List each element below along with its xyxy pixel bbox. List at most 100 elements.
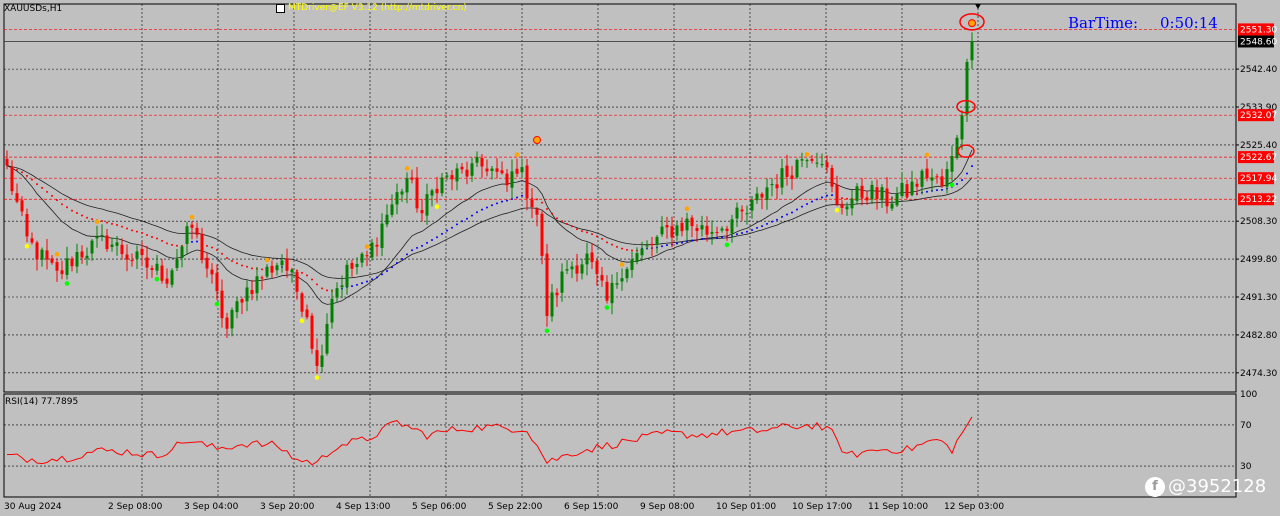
candle-body	[300, 293, 304, 312]
candle-body	[60, 270, 64, 275]
candle-body	[660, 226, 664, 235]
candle-body	[495, 168, 499, 172]
candle-body	[945, 169, 949, 187]
trailing-stop-dot	[586, 231, 588, 234]
trailing-stop-dot	[91, 218, 93, 221]
chart-canvas[interactable]: 2551.302548.602542.402533.902532.072525.…	[0, 0, 1280, 516]
trailing-stop-dot	[216, 248, 218, 251]
candle-body	[900, 182, 904, 197]
trailing-stop-dot	[961, 179, 963, 182]
rsi-panel-frame	[3, 393, 1237, 498]
trailing-stop-dot	[136, 230, 138, 233]
trailing-stop-dot	[211, 246, 213, 249]
candle-body	[580, 264, 584, 274]
trailing-stop-dot	[816, 198, 818, 201]
trading-chart-window[interactable]: 2551.30 2548.60 2542.40 2533.90 2532.07 2525.…	[0, 0, 1280, 516]
candle-body	[745, 213, 749, 215]
candle-body	[600, 275, 604, 281]
trailing-stop-dot	[386, 269, 388, 272]
candle-body	[785, 165, 789, 177]
candle-body	[75, 251, 79, 267]
fast-moving-average-line	[6, 149, 973, 305]
trailing-stop-dot	[131, 229, 133, 232]
trailing-stop-dot	[76, 211, 78, 214]
candle-body	[560, 271, 564, 293]
trailing-stop-dot	[171, 243, 173, 246]
candle-body	[515, 168, 519, 174]
swing-point-marker	[64, 281, 70, 286]
candle-body	[460, 166, 464, 170]
candle-body	[20, 200, 24, 212]
trailing-stop-dot	[141, 231, 143, 234]
candle-body	[30, 238, 34, 243]
trailing-stop-dot	[791, 211, 793, 214]
trailing-stop-dot	[956, 182, 958, 185]
trailing-stop-dot	[701, 238, 703, 241]
trailing-stop-dot	[936, 189, 938, 192]
x-axis-label: 4 Sep 13:00	[336, 502, 391, 512]
candle-body	[635, 253, 639, 263]
trailing-stop-dot	[926, 190, 928, 193]
candle-body	[340, 285, 344, 288]
trailing-stop-dot	[206, 244, 208, 247]
trailing-stop-dot	[146, 233, 148, 236]
trailing-stop-dot	[311, 278, 313, 281]
main-chart-frame	[3, 3, 1237, 393]
candle-body	[305, 309, 309, 318]
trailing-stop-dot	[61, 203, 63, 206]
candle-body	[500, 170, 504, 174]
trailing-stop-dot	[721, 236, 723, 239]
trailing-stop-dot	[401, 257, 403, 260]
candle-body	[670, 226, 674, 238]
trailing-stop-dot	[121, 225, 123, 228]
candle-body	[810, 158, 814, 161]
candle-body	[220, 290, 224, 319]
candle-body	[705, 225, 709, 235]
candle-body	[740, 209, 744, 212]
app-logo-icon: f	[1145, 477, 1165, 497]
peak-star-marker	[968, 19, 976, 28]
trailing-stop-dot	[196, 240, 198, 243]
candle-body	[565, 269, 569, 271]
candle-body	[105, 235, 109, 250]
swing-point-marker	[434, 204, 440, 210]
candle-body	[55, 262, 59, 271]
candle-body	[685, 218, 689, 231]
candle-body	[820, 164, 824, 166]
trailing-stop-dot	[751, 228, 753, 231]
trailing-stop-dot	[941, 188, 943, 191]
trailing-stop-dot	[611, 243, 613, 246]
candle-body	[140, 248, 144, 256]
trailing-stop-dot	[556, 217, 558, 220]
trailing-stop-dot	[151, 235, 153, 238]
trailing-stop-dot	[321, 287, 323, 290]
candle-body	[155, 263, 159, 271]
x-axis-label: 3 Sep 20:00	[260, 502, 315, 512]
candle-body	[35, 242, 39, 260]
candle-body	[65, 258, 69, 275]
candle-body	[310, 315, 314, 349]
trailing-stop-dot	[161, 239, 163, 242]
rsi-axis-label: 70	[1240, 421, 1252, 431]
candle-body	[370, 242, 374, 258]
swing-point-marker	[724, 242, 730, 248]
candle-body	[115, 242, 119, 246]
candle-body	[545, 253, 549, 316]
candle-body	[190, 224, 194, 228]
candle-body	[935, 176, 939, 178]
candle-body	[915, 183, 919, 187]
indicator-checkbox-icon[interactable]	[276, 4, 285, 13]
candle-body	[80, 251, 84, 258]
candle-body	[815, 162, 819, 164]
swing-point-marker	[604, 305, 610, 310]
candle-body	[540, 213, 544, 256]
candle-body	[695, 228, 699, 231]
rsi-axis-label: 100	[1240, 390, 1257, 400]
candle-body	[775, 184, 779, 189]
candle-body	[195, 227, 199, 235]
candle-body	[680, 222, 684, 232]
candle-body	[330, 298, 334, 323]
candle-body	[260, 277, 264, 279]
candle-body	[885, 188, 889, 207]
trailing-stop-dot	[781, 215, 783, 218]
